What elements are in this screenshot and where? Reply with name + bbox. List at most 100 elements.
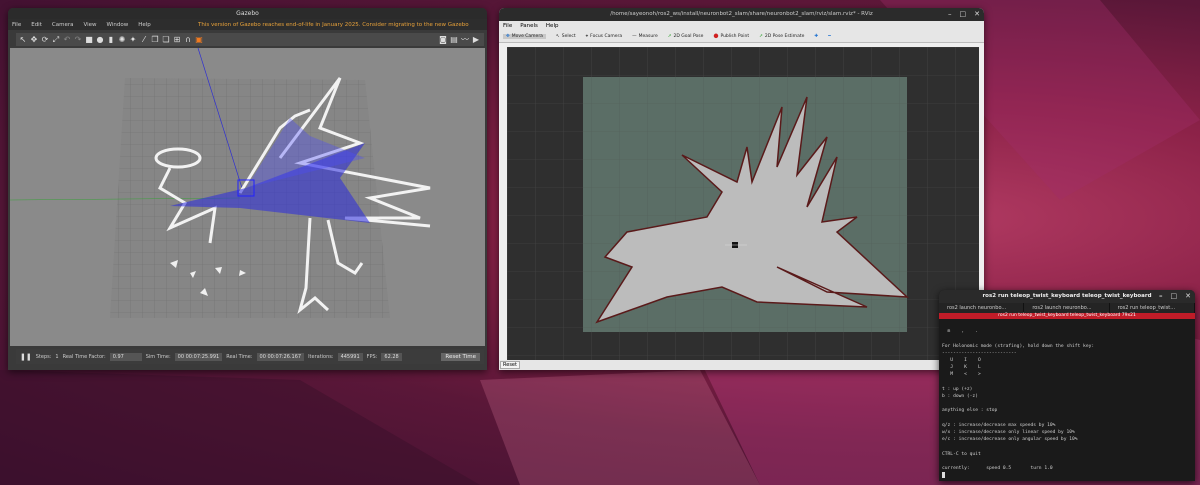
rtf-value: 0.97 <box>109 352 142 361</box>
tool-2d-pose-estimate[interactable]: ➚ 2D Pose Estimate <box>759 34 804 39</box>
terminal-tab-2[interactable]: ros2 launch neuronbo... <box>1024 303 1110 313</box>
align-icon[interactable]: ⊞ <box>173 35 181 44</box>
tool-publish-point[interactable]: ⬤ Publish Point <box>713 34 749 39</box>
menu-view[interactable]: View <box>83 22 96 28</box>
paste-icon[interactable]: ❏ <box>162 35 170 44</box>
copy-icon[interactable]: ❐ <box>151 35 159 44</box>
gazebo-title: Gazebo <box>236 10 259 17</box>
terminal-minimize-icon[interactable]: – <box>1159 290 1163 303</box>
rotate-icon[interactable]: ⟳ <box>41 35 49 44</box>
remove-tool-button[interactable]: ━ <box>828 34 831 39</box>
rviz-title: /home/sayeonoh/ros2_ws/install/neuronbot… <box>610 11 873 17</box>
gazebo-window[interactable]: Gazebo File Edit Camera View Window Help… <box>8 8 487 370</box>
menu-camera[interactable]: Camera <box>52 22 74 28</box>
gazebo-title-bar[interactable]: Gazebo <box>8 8 487 19</box>
plot-icon[interactable]: 〰 <box>461 35 469 44</box>
move-camera-icon: ✥ <box>506 33 510 39</box>
select-arrow-icon[interactable]: ↖ <box>19 35 27 44</box>
terminal-window[interactable]: ros2 run teleop_twist_keyboard teleop_tw… <box>939 290 1195 481</box>
maximize-icon[interactable]: □ <box>960 8 967 21</box>
tool-select[interactable]: ↖ Select <box>556 34 576 39</box>
tool-focus-camera[interactable]: ⌖ Focus Camera <box>585 33 623 40</box>
cylinder-icon[interactable]: ▮ <box>107 35 115 44</box>
rviz-title-bar[interactable]: /home/sayeonoh/ros2_ws/install/neuronbot… <box>499 8 984 21</box>
minimize-icon[interactable]: – <box>948 8 952 21</box>
menu-edit[interactable]: Edit <box>31 22 42 28</box>
terminal-line: w/x : increase/decrease only linear spee… <box>942 430 1075 436</box>
directional-light-icon[interactable]: ⁄ <box>140 35 148 44</box>
rtf-label: Real Time Factor: <box>62 353 106 360</box>
rviz-reset-button[interactable]: Reset <box>500 361 520 369</box>
sphere-icon[interactable]: ● <box>96 35 104 44</box>
tool-measure[interactable]: — Measure <box>632 34 658 39</box>
terminal-maximize-icon[interactable]: □ <box>1171 290 1178 303</box>
fps-label: FPS: <box>366 353 378 360</box>
tool-move-camera[interactable]: ✥ Move Camera <box>503 33 546 39</box>
tool-move-camera-label: Move Camera <box>511 33 543 39</box>
scale-icon[interactable]: ⤢ <box>52 35 60 44</box>
terminal-tabs: ros2 launch neuronbo... ros2 launch neur… <box>939 303 1195 313</box>
snap-icon[interactable]: ∩ <box>184 35 192 44</box>
log-icon[interactable]: ▤ <box>450 35 458 44</box>
gazebo-status-bar: ❚❚ Steps: 1 Real Time Factor: 0.97 Sim T… <box>16 349 484 364</box>
terminal-tab-1[interactable]: ros2 launch neuronbo... <box>939 303 1025 313</box>
terminal-line: b : down (-z) <box>942 394 978 400</box>
iterations-label: Iterations: <box>308 353 334 360</box>
real-time-label: Real Time: <box>226 353 253 360</box>
pose-estimate-icon: ➚ <box>759 33 763 39</box>
spot-light-icon[interactable]: ✦ <box>129 35 137 44</box>
point-light-icon[interactable]: ✺ <box>118 35 126 44</box>
terminal-line: CTRL-C to quit <box>942 451 981 457</box>
fps-value: 62.28 <box>381 352 402 361</box>
tool-select-label: Select <box>561 33 576 39</box>
minus-icon: ━ <box>828 33 831 39</box>
menu-help[interactable]: Help <box>138 22 151 28</box>
translate-icon[interactable]: ✥ <box>30 35 38 44</box>
menu-file[interactable]: File <box>12 22 21 28</box>
focus-camera-icon: ⌖ <box>585 34 589 39</box>
rviz-menu-file[interactable]: File <box>503 23 512 29</box>
terminal-line: t : up (+z) <box>942 386 973 392</box>
rviz-toolbar: ✥ Move Camera ↖ Select ⌖ Focus Camera — Meas… <box>499 30 984 43</box>
rviz-menubar: File Panels Help <box>499 21 984 30</box>
screenshot-icon[interactable]: ◙ <box>439 35 447 44</box>
terminal-line: For Holonomic mode (strafing), hold down… <box>942 343 1095 349</box>
undo-icon[interactable]: ↶ <box>63 35 71 44</box>
menu-window[interactable]: Window <box>107 22 129 28</box>
sim-time-value: 00 00:07:25.991 <box>174 352 223 361</box>
video-icon[interactable]: ▶ <box>472 35 480 44</box>
close-icon[interactable]: ✕ <box>974 8 980 21</box>
pause-icon[interactable]: ❚❚ <box>20 353 32 361</box>
rviz-3d-view[interactable] <box>507 47 979 360</box>
rviz-menu-panels[interactable]: Panels <box>520 23 538 29</box>
steps-value[interactable]: 1 <box>55 354 58 360</box>
tool-2d-goal-pose[interactable]: ➚ 2D Goal Pose <box>668 34 704 39</box>
steps-label: Steps: <box>35 353 52 360</box>
terminal-close-icon[interactable]: ✕ <box>1185 290 1191 303</box>
plus-icon: ✚ <box>814 33 819 39</box>
terminal-line: e/c : increase/decrease only angular spe… <box>942 437 1078 443</box>
gazebo-toolbar: ↖ ✥ ⟳ ⤢ ↶ ↷ ■ ● ▮ ✺ ✦ ⁄ ❐ ❏ ⊞ ∩ ▣ ◙ ▤ 〰 … <box>16 33 484 46</box>
rviz-menu-help[interactable]: Help <box>546 23 559 29</box>
redo-icon[interactable]: ↷ <box>74 35 82 44</box>
rviz-bottom-bar: Reset <box>499 360 984 370</box>
gazebo-3d-scene[interactable] <box>10 48 485 346</box>
terminal-line: U I O <box>942 358 981 364</box>
goal-pose-icon: ➚ <box>667 33 672 39</box>
terminal-title-bar[interactable]: ros2 run teleop_twist_keyboard teleop_tw… <box>939 290 1195 303</box>
rviz-window[interactable]: /home/sayeonoh/ros2_ws/install/neuronbot… <box>499 8 984 370</box>
iterations-value: 445991 <box>337 352 363 361</box>
terminal-output[interactable]: m , . For Holonomic mode (strafing), hol… <box>939 319 1195 481</box>
terminal-tab-3[interactable]: ros2 run teleop_twist... <box>1110 303 1195 313</box>
terminal-line: anything else : stop <box>942 408 998 414</box>
reset-time-button[interactable]: Reset Time <box>441 352 480 361</box>
tool-focus-camera-label: Focus Camera <box>590 33 623 39</box>
tool-measure-label: Measure <box>638 33 658 39</box>
change-view-icon[interactable]: ▣ <box>195 35 203 44</box>
sim-time-label: Sim Time: <box>145 353 171 360</box>
add-tool-button[interactable]: ✚ <box>814 34 818 39</box>
terminal-line: q/z : increase/decrease max speeds by 10… <box>942 422 1056 428</box>
box-icon[interactable]: ■ <box>85 35 93 44</box>
measure-icon: — <box>632 33 637 39</box>
rviz-map-render <box>507 47 979 360</box>
